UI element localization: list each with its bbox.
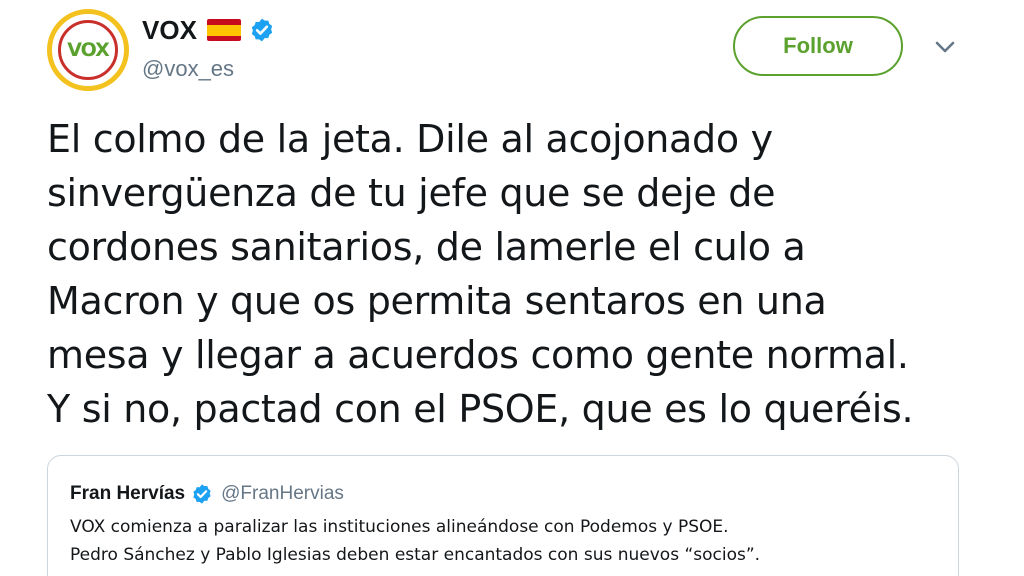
tweet-card: VOX VOX @vox_es Follow El colmo de la je… [0,0,1024,576]
avatar[interactable]: VOX [47,9,129,91]
tweet-text-line: Macron y que os permita sentaros en una [47,279,827,323]
quoted-tweet-text: VOX comienza a paralizar las institucion… [70,513,940,569]
tweet-text: El colmo de la jeta. Dile al acojonado y… [47,112,997,436]
author-handle[interactable]: @vox_es [142,56,234,82]
quoted-author-handle: @FranHervias [221,483,344,504]
quoted-text-line: Pedro Sánchez y Pablo Iglesias deben est… [70,545,761,565]
verified-badge-icon [251,18,273,42]
tweet-text-line: Y si no, pactad con el PSOE, que es lo q… [47,387,914,431]
author-display-name[interactable]: VOX [142,15,197,46]
avatar-ring: VOX [58,20,118,80]
quoted-text-line: VOX comienza a paralizar las institucion… [70,517,729,537]
quoted-author-name: Fran Hervías [70,483,186,504]
spain-flag-icon [206,19,241,41]
follow-button[interactable]: Follow [733,16,903,76]
tweet-text-line: El colmo de la jeta. Dile al acojonado y [47,117,773,161]
avatar-logo-text: VOX [67,39,109,61]
quoted-tweet-header: Fran Hervías @FranHervias [70,482,344,506]
chevron-down-icon[interactable] [933,38,957,56]
tweet-text-line: cordones sanitarios, de lamerle el culo … [47,225,806,269]
verified-badge-icon [193,484,211,504]
quoted-tweet[interactable]: Fran Hervías @FranHervias VOX comienza a… [47,455,959,576]
tweet-text-line: mesa y llegar a acuerdos como gente norm… [47,333,909,377]
author-name-row: VOX [142,14,275,46]
tweet-text-line: sinvergüenza de tu jefe que se deje de [47,171,776,215]
